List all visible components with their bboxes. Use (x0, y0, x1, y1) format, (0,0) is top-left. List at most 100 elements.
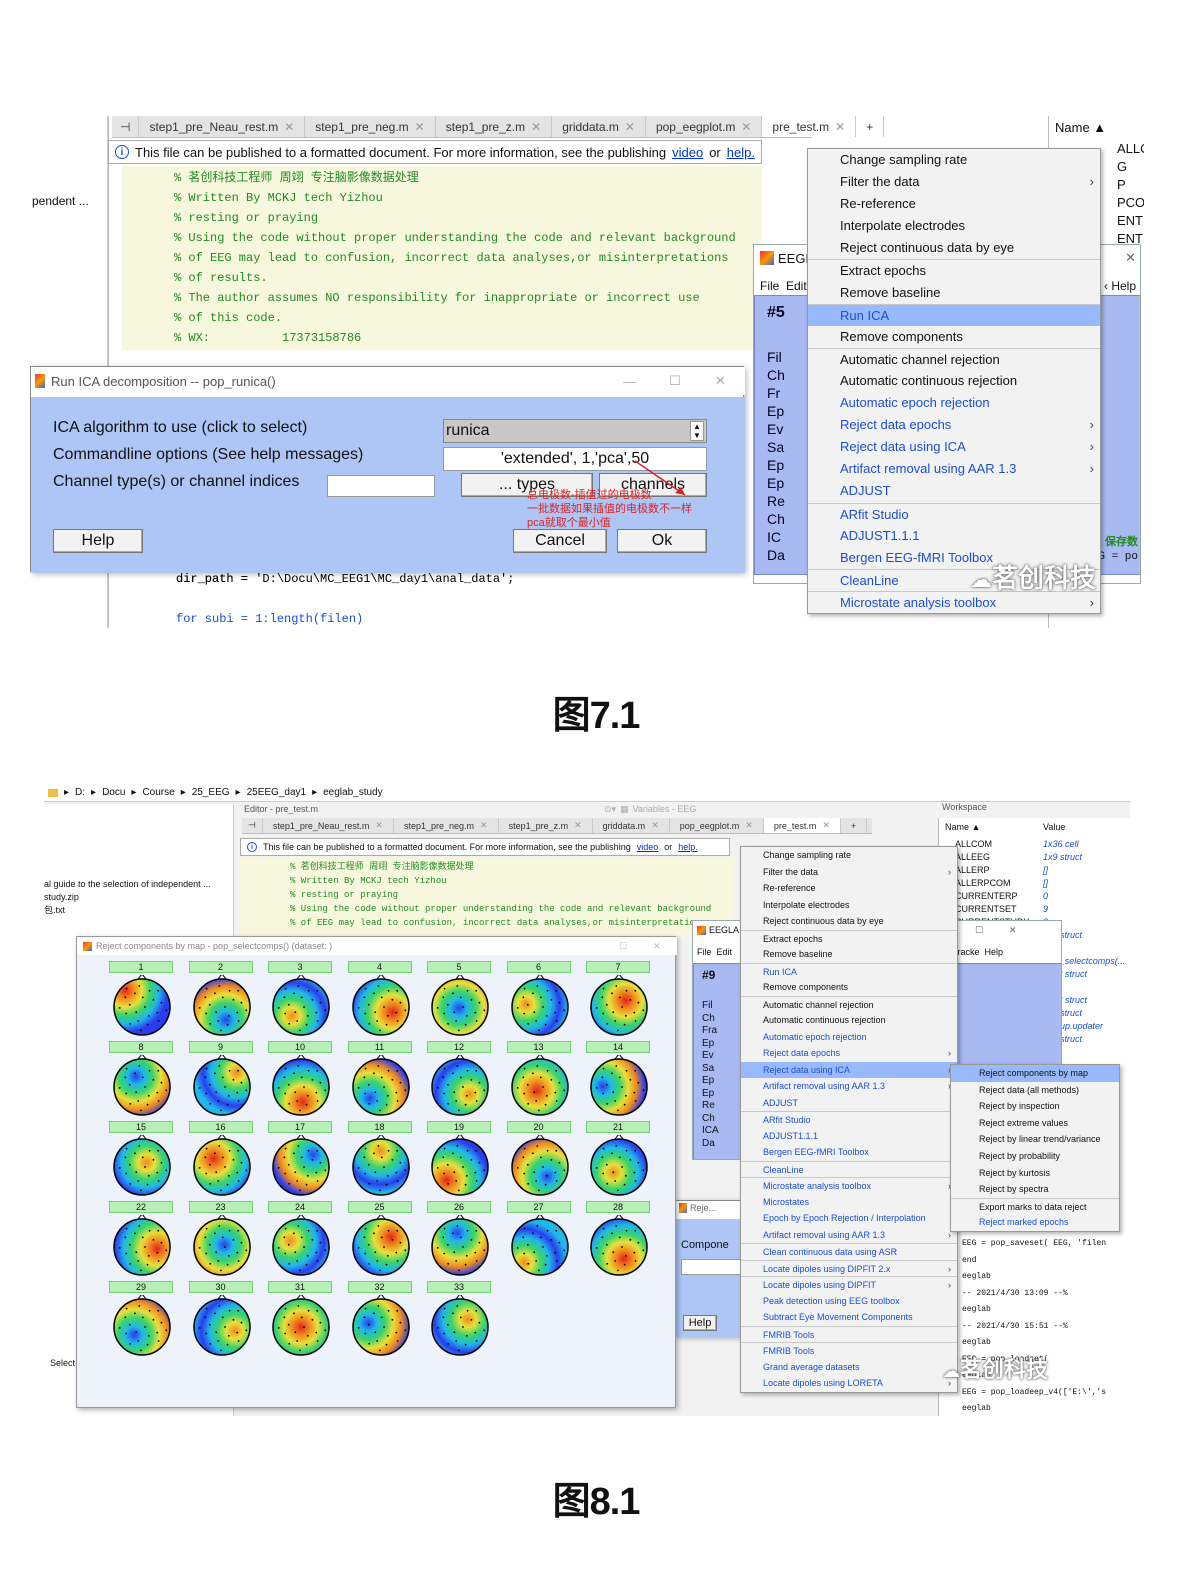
component-map[interactable]: 2 (188, 961, 257, 1041)
workspace-variable[interactable]: G (1117, 158, 1144, 176)
component-map[interactable]: 10 (268, 1041, 336, 1121)
component-label-button[interactable]: 24 (268, 1201, 332, 1213)
component-map[interactable]: 12 (427, 1041, 495, 1121)
maximize-icon[interactable]: ☐ (975, 925, 983, 936)
component-label-button[interactable]: 28 (586, 1201, 650, 1213)
breadcrumb-item[interactable]: eeglab_study (323, 787, 383, 798)
close-icon[interactable]: ✕ (284, 120, 294, 134)
ws-row[interactable]: ALLERPCOM [] (955, 877, 1130, 890)
menu-item[interactable]: ARfit Studio (741, 1111, 957, 1128)
component-label-button[interactable]: 3 (268, 961, 332, 973)
file-entry[interactable]: al guide to the selection of independent… (44, 878, 211, 891)
maximize-icon[interactable]: ☐ (619, 941, 627, 952)
breadcrumb-item[interactable]: 25_EEG (192, 787, 230, 798)
command-history-line[interactable]: end (962, 1253, 1130, 1270)
component-map[interactable]: 26 (427, 1201, 495, 1281)
command-history-line[interactable]: EEG = pop_loadeep_v4(['E:\','s (962, 1385, 1130, 1402)
close-icon[interactable]: ✕ (625, 120, 635, 134)
menu-item[interactable]: Reject marked epochs (951, 1214, 1119, 1231)
component-label-button[interactable]: 10 (268, 1041, 332, 1053)
menu-item[interactable]: Epoch by Epoch Rejection / Interpolation (741, 1210, 957, 1227)
menu-item[interactable]: Reject data using ICA› (741, 1061, 957, 1078)
workspace-variable[interactable]: ALLCOM (1117, 140, 1144, 158)
component-map[interactable]: 24 (268, 1201, 336, 1281)
menu-item[interactable]: Re-reference (808, 193, 1100, 215)
menu-item[interactable]: Reject data using ICA› (808, 436, 1100, 458)
command-history-line[interactable]: -- 2021/4/30 15:51 --% (962, 1319, 1130, 1336)
component-map[interactable]: 19 (427, 1121, 495, 1201)
close-icon[interactable]: ✕ (375, 820, 383, 831)
menu-item[interactable]: Reject by inspection (951, 1098, 1119, 1115)
component-label-button[interactable]: 4 (347, 961, 412, 973)
menu-item[interactable]: Reject by probability (951, 1148, 1119, 1165)
component-map[interactable]: 8 (109, 1041, 177, 1121)
video-link[interactable]: video (637, 842, 659, 852)
component-label-button[interactable]: 2 (188, 961, 253, 973)
help-button[interactable]: Help (683, 1315, 717, 1331)
editor-tab[interactable]: pre_test.m ✕ (762, 116, 857, 137)
breadcrumb-item[interactable]: D: (75, 787, 85, 798)
component-map[interactable]: 20 (506, 1121, 575, 1201)
menu-item[interactable]: Reject data epochs › (808, 414, 1100, 436)
view-icon[interactable]: ⊙▾ (604, 804, 616, 815)
component-label-button[interactable]: 7 (586, 961, 650, 973)
add-tab-button[interactable]: + (856, 116, 885, 137)
menu-item[interactable]: Filter the data › (741, 864, 957, 881)
menu-item[interactable]: Reject data epochs › (741, 1045, 957, 1062)
ok-button[interactable]: Ok (617, 529, 707, 553)
menu-item[interactable]: CleanLine (741, 1160, 957, 1178)
component-label-button[interactable]: 32 (347, 1281, 412, 1293)
spinner-icon[interactable]: ▲ ▼ (690, 421, 704, 441)
workspace-variable[interactable]: ENTER (1117, 212, 1144, 230)
pin-icon[interactable]: ⊣ (112, 116, 140, 137)
code-editor[interactable]: % 茗创科技工程师 周翊 专注脑影像数据处理 % Written By MCKJ … (122, 166, 762, 350)
menu-item[interactable]: Automatic epoch rejection (808, 392, 1100, 414)
menu-item[interactable]: Re-reference (741, 880, 957, 897)
close-icon[interactable]: ✕ (822, 820, 830, 831)
ws-value-header[interactable]: Value (1043, 822, 1065, 832)
menu-item[interactable]: Reject by kurtosis (951, 1165, 1119, 1182)
ws-row[interactable]: CURRENTSET 9 (955, 903, 1130, 916)
component-label-button[interactable]: 16 (188, 1121, 253, 1133)
help-button[interactable]: Help (53, 529, 143, 553)
component-map[interactable]: 16 (188, 1121, 257, 1201)
menu-item[interactable]: Reject continuous data by eye (808, 237, 1100, 259)
eeglab-menubar[interactable]: File Edit (697, 947, 732, 957)
menu-item[interactable]: Grand average datasets (741, 1359, 957, 1376)
menu-item[interactable]: Microstate analysis toolbox› (741, 1177, 957, 1194)
component-map[interactable]: 5 (427, 961, 495, 1041)
eeglab-help-menu[interactable]: ‹ Help (1104, 279, 1136, 293)
editor-tab[interactable]: step1_pre_Neau_rest.m ✕ (263, 818, 394, 833)
menu-item[interactable]: Change sampling rate (808, 149, 1100, 171)
component-label-button[interactable]: 26 (427, 1201, 491, 1213)
file-entry[interactable]: 包.txt (44, 904, 211, 917)
menu-item[interactable]: Run ICA (808, 303, 1100, 326)
ws-row[interactable]: CURRENTERP 0 (955, 890, 1130, 903)
component-label-button[interactable]: 29 (109, 1281, 173, 1293)
component-label-button[interactable]: 30 (188, 1281, 253, 1293)
menu-item[interactable]: Reject extreme values (951, 1115, 1119, 1132)
component-label-button[interactable]: 22 (109, 1201, 173, 1213)
editor-tab[interactable]: step1_pre_Neau_rest.m ✕ (139, 116, 306, 137)
menu-item[interactable]: Artifact removal using AAR 1.3› (741, 1227, 957, 1244)
menu-item[interactable]: Automatic channel rejection (808, 347, 1100, 370)
breadcrumb-item[interactable]: Docu (102, 787, 125, 798)
component-label-button[interactable]: 5 (427, 961, 491, 973)
menu-item[interactable]: Subtract Eye Movement Components (741, 1309, 957, 1326)
menu-item[interactable]: Remove components (808, 326, 1100, 348)
component-label-button[interactable]: 9 (188, 1041, 253, 1053)
maximize-icon[interactable]: ☐ (669, 373, 681, 389)
editor-tab[interactable]: step1_pre_z.m ✕ (436, 116, 553, 137)
component-label-button[interactable]: 13 (506, 1041, 571, 1053)
component-label-button[interactable]: 15 (109, 1121, 173, 1133)
component-map[interactable]: 28 (586, 1201, 654, 1281)
component-label-button[interactable]: 17 (268, 1121, 332, 1133)
component-map[interactable]: 22 (109, 1201, 177, 1281)
minimize-icon[interactable]: — (623, 374, 636, 389)
command-history-line[interactable]: -- 2021/4/30 13:09 --% (962, 1286, 1130, 1303)
menu-item[interactable]: Locate dipoles using LORETA › (741, 1375, 957, 1392)
editor-tab[interactable]: step1_pre_neg.m ✕ (394, 818, 499, 833)
menu-item[interactable]: Run ICA (741, 962, 957, 980)
close-icon[interactable]: ✕ (745, 820, 753, 831)
menu-item[interactable]: Reject continuous data by eye (741, 913, 957, 930)
